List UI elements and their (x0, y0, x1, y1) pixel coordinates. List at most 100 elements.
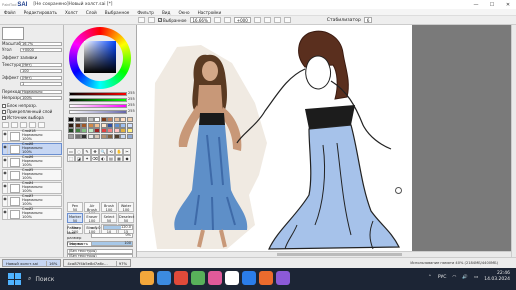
color-swatch[interactable] (68, 133, 74, 139)
tool-icon[interactable]: ▦ (115, 155, 123, 162)
zoom-value[interactable]: 16.7% (20, 41, 62, 46)
start-button[interactable] (6, 271, 22, 287)
brush-tool[interactable]: Eraser 100 (84, 213, 100, 223)
color-swatch[interactable] (94, 133, 100, 139)
color-swatch[interactable] (113, 128, 120, 133)
new-layer-button[interactable] (2, 121, 9, 128)
zoom-out-button[interactable] (213, 17, 221, 23)
color-swatch[interactable] (74, 122, 81, 128)
layer-item[interactable]: ◉ Слой18 Нормально 100% (2, 130, 62, 142)
layer-item[interactable]: ◉ Слой5 Нормально 100% (2, 169, 62, 181)
brush-tool[interactable]: Deselect 50 (118, 213, 134, 223)
undo-button[interactable] (138, 17, 145, 23)
effect-select[interactable]: (Нет) (20, 75, 62, 80)
color-swatch[interactable] (126, 122, 133, 128)
selection-source-row[interactable]: Источник выбора (2, 115, 62, 120)
angle-value[interactable]: +0000 (20, 47, 62, 52)
eye-icon[interactable]: ◉ (3, 183, 8, 193)
color-swatch[interactable] (87, 117, 94, 122)
color-swatch[interactable] (120, 122, 126, 128)
eye-icon[interactable]: ◉ (3, 170, 8, 180)
tool-icon[interactable]: ◌ (75, 148, 83, 155)
maximize-icon[interactable]: ☐ (484, 0, 500, 9)
color-swatch[interactable] (81, 133, 87, 139)
vertical-scrollbar[interactable] (511, 25, 516, 257)
tool-icon[interactable]: 🔍 (99, 148, 107, 155)
tool-icon[interactable]: ◆ (123, 155, 131, 162)
color-swatch[interactable] (113, 117, 120, 122)
color-swatch[interactable] (107, 122, 113, 128)
color-swatch[interactable] (81, 122, 87, 128)
brush-tool[interactable]: Air Brush100 (84, 202, 100, 216)
color-swatch[interactable] (94, 122, 100, 128)
size-multiplier[interactable]: x 5.0 (91, 225, 103, 230)
delete-layer-button[interactable] (38, 121, 45, 128)
copy-layer-button[interactable] (20, 121, 27, 128)
menu-settings[interactable]: Настройки (194, 10, 226, 15)
layer-item[interactable]: ◉ Слой2 Нормально 100% (2, 208, 62, 220)
wifi-icon[interactable]: ◠ (452, 275, 456, 280)
menu-filter[interactable]: Фильтр (133, 10, 158, 15)
color-swatch[interactable] (87, 122, 94, 128)
brush-tool[interactable]: Pen 50 (67, 202, 83, 212)
texture-scale[interactable]: 100 (20, 68, 62, 73)
tool-icon[interactable]: ◪ (75, 155, 83, 162)
color-swatch[interactable] (126, 117, 133, 122)
angle-field[interactable]: +000 (233, 17, 251, 23)
color-swatch[interactable] (68, 122, 74, 128)
flip-button[interactable] (273, 17, 281, 23)
effect-width[interactable]: 1 (20, 81, 62, 86)
color-swatch[interactable] (100, 122, 107, 128)
eye-icon[interactable]: ◉ (3, 131, 8, 141)
layer-item[interactable]: ◉ Слой3 Нормально 100% (2, 195, 62, 207)
color-swatch[interactable] (94, 117, 100, 122)
document-tab-2[interactable]: 4ca87f4b5e8d7a6c... 97% (63, 259, 132, 267)
scroll-thumb[interactable] (277, 253, 402, 256)
green-slider[interactable] (69, 98, 127, 102)
brush-tool[interactable]: Marker 50 (67, 213, 83, 223)
tool-icon[interactable]: ⬚ (67, 155, 75, 162)
brush-size-slider[interactable]: 120.0 (103, 224, 133, 230)
saturation-value-square[interactable] (84, 41, 116, 73)
eye-icon[interactable]: ◉ (3, 209, 8, 219)
lock-opacity-checkbox[interactable] (2, 103, 6, 108)
color-swatch[interactable] (126, 128, 133, 133)
stabilizer-field[interactable]: 6 (363, 17, 373, 23)
reset-view-button[interactable] (283, 17, 291, 23)
color-swatch[interactable] (100, 128, 107, 133)
selection-toggle[interactable]: ✓ Выбранное (158, 18, 187, 23)
alpha-slider[interactable] (69, 110, 127, 114)
language-indicator[interactable]: РУС (438, 275, 447, 280)
menu-window[interactable]: Окно (174, 10, 193, 15)
eye-icon[interactable]: ◉ (3, 144, 8, 154)
eye-icon[interactable]: ◉ (3, 196, 8, 206)
taskbar-app-icon[interactable] (276, 271, 290, 285)
brush-tool[interactable]: Brush 100 (101, 202, 117, 212)
blue-slider[interactable] (69, 104, 127, 108)
selection-source-checkbox[interactable] (2, 115, 6, 120)
rotate-left-button[interactable] (253, 17, 261, 23)
layer-item[interactable]: ◉ Слой6 Нормально 100% (2, 156, 62, 168)
battery-icon[interactable]: ▭ (474, 275, 478, 280)
color-swatch[interactable] (100, 133, 107, 139)
chevron-up-icon[interactable]: ⌃ (428, 275, 432, 280)
color-swatch[interactable] (87, 133, 94, 139)
min-size-slider[interactable]: 0% (91, 232, 133, 238)
menu-view[interactable]: Вид (158, 10, 175, 15)
canvas[interactable] (137, 25, 412, 251)
zoom-in-button[interactable] (223, 17, 231, 23)
blend-mode-select[interactable]: Нормально (20, 89, 62, 94)
minimize-icon[interactable]: — (468, 0, 484, 9)
color-swatch[interactable] (113, 133, 120, 139)
brush-tool[interactable]: Water 100 (118, 202, 134, 212)
taskbar-app-icon[interactable] (191, 271, 205, 285)
taskbar-app-icon[interactable] (225, 271, 239, 285)
taskbar-app-icon[interactable] (157, 271, 171, 285)
tool-icon[interactable]: ⟲ (107, 148, 115, 155)
tool-icon[interactable]: ⌫ (91, 155, 99, 162)
color-swatch[interactable] (74, 128, 81, 133)
color-swatch[interactable] (107, 128, 113, 133)
taskbar-app-icon[interactable] (140, 271, 154, 285)
brush-tool[interactable]: Select 50 (101, 213, 117, 223)
color-swatch[interactable] (68, 117, 74, 122)
